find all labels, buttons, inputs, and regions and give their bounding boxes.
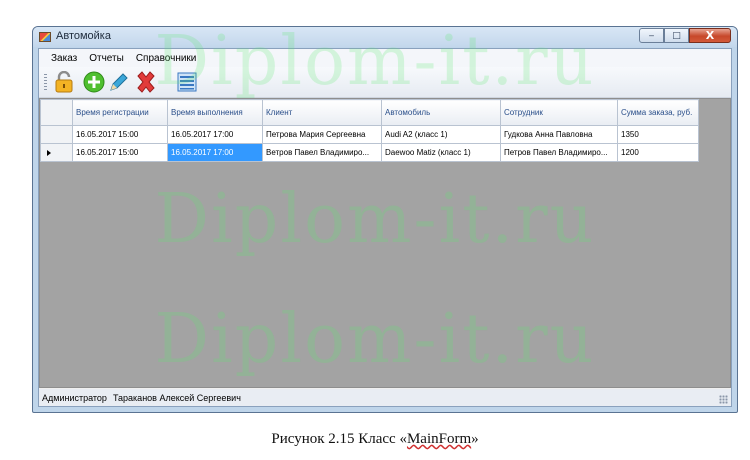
resize-grip[interactable] [719, 395, 728, 404]
window-client-area: Заказ Отчеты Справочники Время регистрац… [38, 48, 732, 407]
title-bar[interactable]: Автомойка ‒ □ X [33, 27, 737, 47]
caption-suffix: » [471, 431, 479, 447]
status-role: Администратор [42, 392, 107, 403]
cell-car[interactable]: Audi A2 (класс 1) [381, 125, 501, 144]
delete-button[interactable] [134, 71, 158, 93]
cell-amount[interactable]: 1200 [617, 143, 699, 162]
add-button[interactable] [82, 71, 106, 93]
window-controls: ‒ □ X [639, 28, 731, 44]
list-icon [177, 72, 197, 92]
main-window: Автомойка ‒ □ X Заказ Отчеты Справочники [32, 26, 738, 413]
lock-button[interactable] [52, 70, 76, 93]
status-user: Тараканов Алексей Сергеевич [112, 392, 241, 403]
lock-icon [55, 70, 73, 93]
caption-class-name: MainForm [406, 431, 472, 447]
cell-client[interactable]: Ветров Павел Владимиро... [262, 143, 382, 162]
cell-registered[interactable]: 16.05.2017 15:00 [72, 125, 168, 144]
cell-employee[interactable]: Гудкова Анна Павловна [500, 125, 618, 144]
row-header[interactable] [40, 125, 73, 144]
edit-button[interactable] [107, 71, 131, 93]
toolbar [39, 67, 731, 98]
column-header-amount[interactable]: Сумма заказа, руб. [617, 99, 699, 126]
current-row-arrow-icon [47, 149, 51, 156]
column-header-car[interactable]: Автомобиль [381, 99, 501, 126]
cell-amount[interactable]: 1350 [617, 125, 699, 144]
cell-employee[interactable]: Петров Павел Владимиро... [500, 143, 618, 162]
menu-bar: Заказ Отчеты Справочники [39, 49, 731, 67]
menu-reports[interactable]: Отчеты [83, 53, 130, 64]
menu-directories[interactable]: Справочники [130, 53, 203, 64]
cell-completed[interactable]: 16.05.2017 17:00 [167, 125, 263, 144]
toolbar-grip[interactable] [44, 74, 47, 91]
row-header-current[interactable] [40, 143, 73, 162]
maximize-button[interactable]: □ [664, 28, 689, 43]
column-header-registered[interactable]: Время регистрации [72, 99, 168, 126]
table-row[interactable]: 16.05.2017 15:00 16.05.2017 17:00 Ветров… [40, 143, 699, 162]
cell-car[interactable]: Daewoo Matiz (класс 1) [381, 143, 501, 162]
column-header-client[interactable]: Клиент [262, 99, 382, 126]
orders-grid[interactable]: Время регистрации Время выполнения Клиен… [39, 98, 731, 388]
menu-order[interactable]: Заказ [45, 53, 83, 64]
close-button[interactable]: X [689, 28, 731, 43]
table-row[interactable]: 16.05.2017 15:00 16.05.2017 17:00 Петров… [40, 125, 699, 144]
grid-corner-cell[interactable] [40, 99, 73, 126]
edit-pencil-icon [110, 73, 128, 91]
minimize-button[interactable]: ‒ [639, 28, 664, 43]
window-title: Автомойка [56, 30, 111, 42]
cell-client[interactable]: Петрова Мария Сергеевна [262, 125, 382, 144]
status-bar: Администратор Тараканов Алексей Сергееви… [39, 389, 731, 406]
column-header-employee[interactable]: Сотрудник [500, 99, 618, 126]
figure-caption: Рисунок 2.15 Класс «MainForm» [0, 431, 750, 448]
grid-header-row: Время регистрации Время выполнения Клиен… [40, 99, 699, 126]
caption-prefix: Рисунок 2.15 Класс « [271, 431, 407, 447]
add-icon [83, 71, 105, 93]
delete-icon [137, 71, 155, 93]
list-button[interactable] [175, 71, 199, 93]
orders-table: Время регистрации Время выполнения Клиен… [40, 99, 699, 162]
cell-registered[interactable]: 16.05.2017 15:00 [72, 143, 168, 162]
car-wash-app-icon [39, 32, 51, 42]
cell-completed-selected[interactable]: 16.05.2017 17:00 [167, 143, 263, 162]
column-header-completed[interactable]: Время выполнения [167, 99, 263, 126]
